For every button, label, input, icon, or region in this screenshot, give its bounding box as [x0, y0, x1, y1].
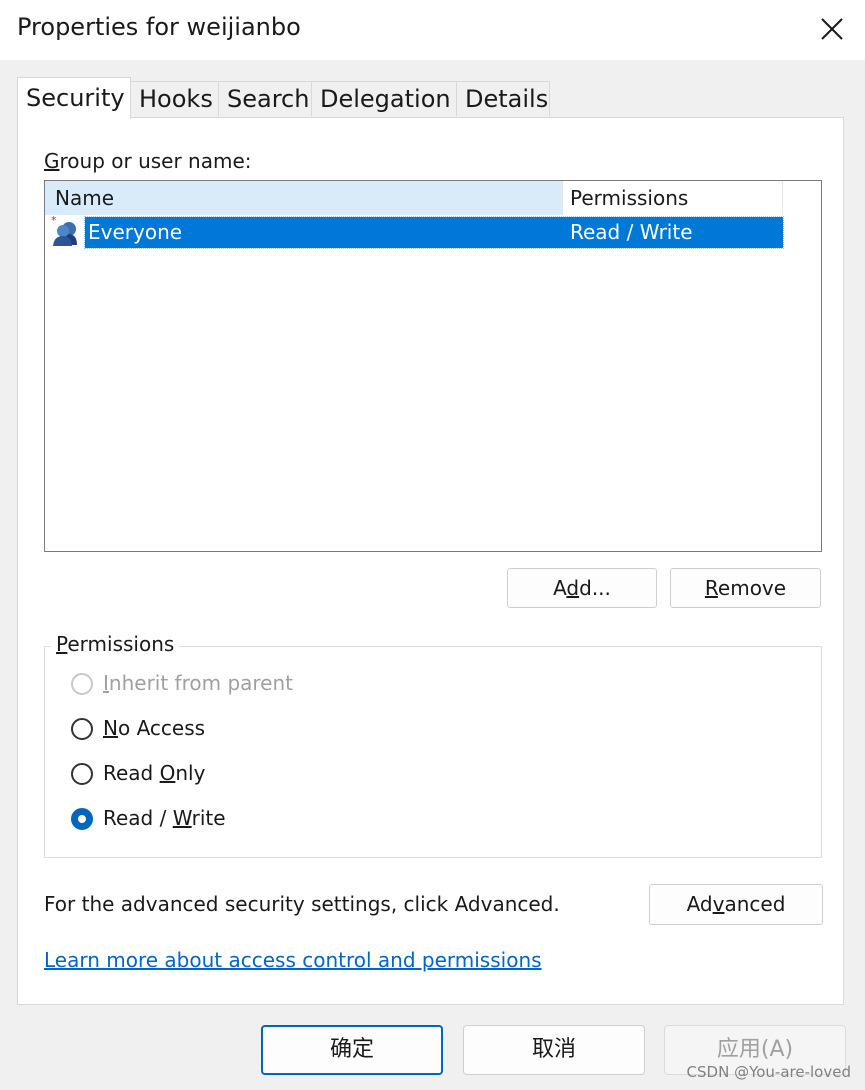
title-bar: Properties for weijianbo: [0, 0, 865, 60]
radio-label: Inherit from parent: [103, 671, 293, 695]
radio-label: Read / Write: [103, 806, 226, 830]
user-list[interactable]: Name Permissions * Everyone Read / Write: [44, 180, 822, 552]
svg-text:*: *: [51, 216, 57, 227]
row-permissions: Read / Write: [570, 220, 693, 244]
radio-label: Read Only: [103, 761, 206, 785]
watermark: CSDN @You-are-loved: [686, 1063, 851, 1081]
tab-security[interactable]: Security: [17, 77, 131, 119]
close-button[interactable]: [817, 14, 847, 44]
remove-button[interactable]: Remove: [670, 568, 821, 608]
permissions-groupbox: Permissions Inherit from parent No Acces…: [44, 632, 822, 858]
column-header-name[interactable]: Name: [45, 181, 563, 215]
list-header: Name Permissions: [45, 181, 821, 215]
window-title: Properties for weijianbo: [17, 13, 301, 41]
radio-button: [71, 763, 93, 785]
radio-label: No Access: [103, 716, 206, 740]
column-header-permissions[interactable]: Permissions: [563, 181, 783, 215]
learn-more-link[interactable]: Learn more about access control and perm…: [44, 948, 542, 972]
security-panel: Group or user name: Name Permissions * E…: [17, 117, 844, 1005]
user-group-icon: *: [51, 216, 77, 246]
permissions-group-title: Permissions: [51, 632, 180, 656]
ok-button[interactable]: 确定: [261, 1025, 443, 1075]
row-name: Everyone: [88, 220, 183, 244]
tab-delegation[interactable]: Delegation: [311, 81, 457, 116]
tab-search[interactable]: Search: [218, 81, 312, 116]
close-icon: [821, 18, 843, 40]
radio-button: [71, 673, 93, 695]
tab-details[interactable]: Details: [456, 81, 550, 116]
radio-button: [71, 808, 93, 830]
list-item-everyone[interactable]: Everyone Read / Write: [84, 216, 784, 249]
add-button[interactable]: Add...: [507, 568, 657, 608]
advanced-hint-text: For the advanced security settings, clic…: [44, 892, 560, 916]
radio-button: [71, 718, 93, 740]
cancel-button[interactable]: 取消: [463, 1025, 645, 1075]
tab-hooks[interactable]: Hooks: [130, 81, 219, 116]
group-or-user-label: Group or user name:: [44, 149, 252, 173]
advanced-button[interactable]: Advanced: [649, 884, 823, 925]
